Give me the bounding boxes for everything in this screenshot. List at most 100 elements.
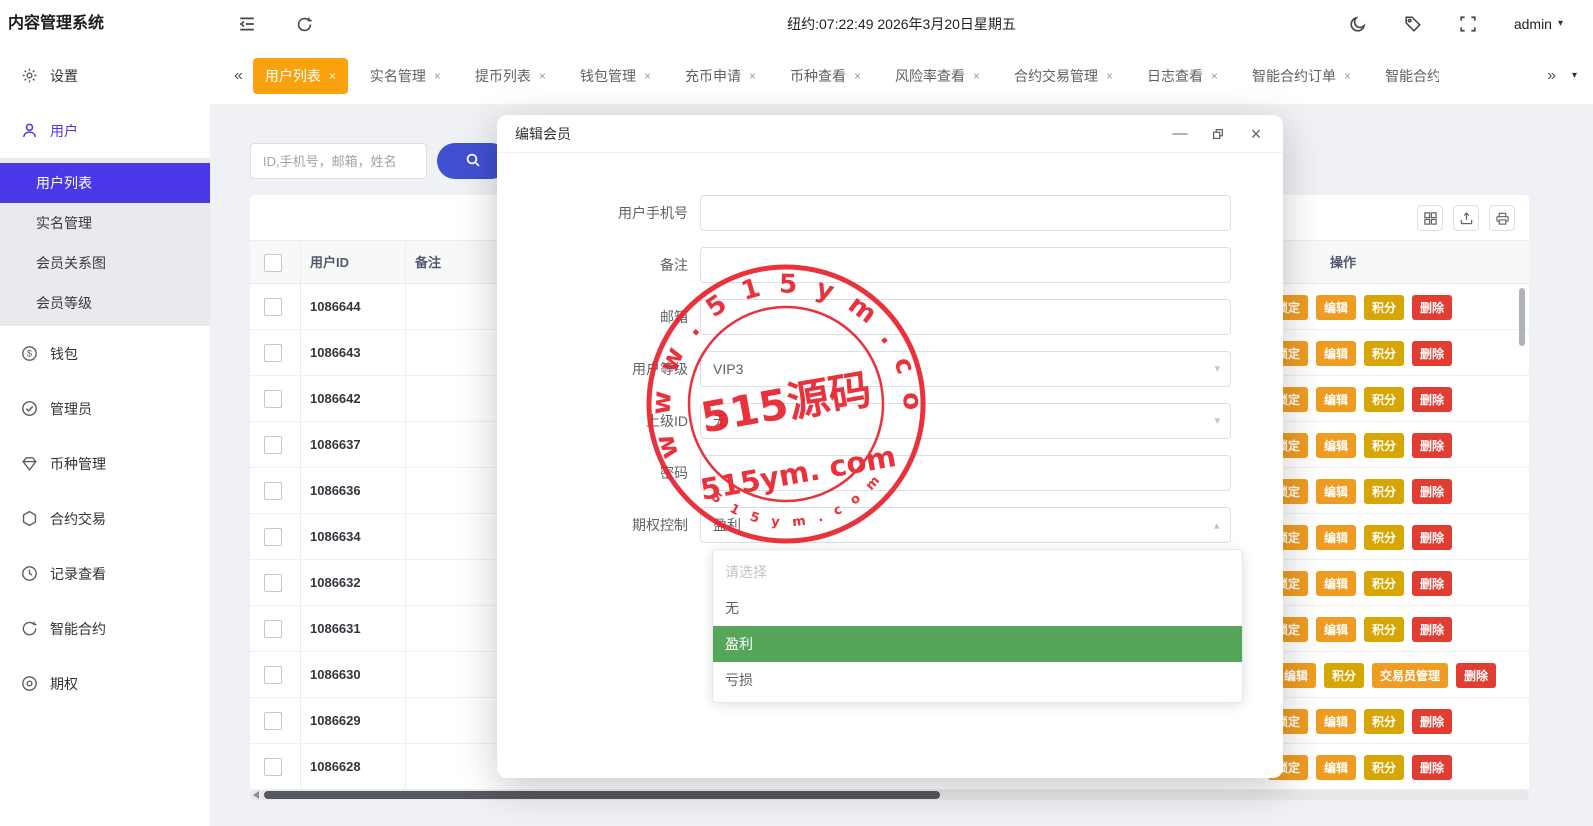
edit-button[interactable]: 编辑 [1316,341,1356,366]
points-button[interactable]: 积分 [1364,617,1404,642]
dropdown-option-profit[interactable]: 盈利 [713,626,1242,662]
row-checkbox[interactable] [264,436,282,454]
sidebar-item-settings[interactable]: 设置 [0,48,210,103]
sidebar-item-wallet[interactable]: $ 钱包 [0,326,210,381]
points-button[interactable]: 积分 [1364,479,1404,504]
row-checkbox[interactable] [264,390,282,408]
dropdown-option-placeholder[interactable]: 请选择 [713,554,1242,590]
points-button[interactable]: 积分 [1364,571,1404,596]
delete-button[interactable]: 删除 [1412,571,1452,596]
tab-user-list[interactable]: 用户列表 × [253,58,348,94]
phone-field[interactable] [700,195,1231,231]
tab-close-icon[interactable]: × [973,70,980,82]
remark-field[interactable] [700,247,1231,283]
select-all-checkbox[interactable] [264,254,282,272]
search-input[interactable] [250,143,427,179]
delete-button[interactable]: 删除 [1412,755,1452,780]
refresh-icon[interactable] [296,16,313,33]
points-button[interactable]: 积分 [1364,709,1404,734]
trader-manage-button[interactable]: 交易员管理 [1372,663,1448,688]
tab-close-icon[interactable]: × [329,70,336,82]
row-checkbox[interactable] [264,528,282,546]
sidebar-item-admins[interactable]: 管理员 [0,381,210,436]
tabs-menu-icon[interactable]: ▾ [1572,71,1577,81]
tab-wallet-mgmt[interactable]: 钱包管理 × [568,58,663,94]
tab-withdraw-list[interactable]: 提币列表 × [463,58,558,94]
delete-button[interactable]: 删除 [1412,525,1452,550]
tab-close-icon[interactable]: × [749,70,756,82]
row-checkbox[interactable] [264,758,282,776]
delete-button[interactable]: 删除 [1412,479,1452,504]
option-control-select[interactable]: 盈利 ▾ [700,507,1231,543]
tab-logs[interactable]: 日志查看 × [1135,58,1230,94]
tab-currency-view[interactable]: 币种查看 × [778,58,873,94]
vertical-scrollbar-thumb[interactable] [1519,288,1525,346]
edit-button[interactable]: 编辑 [1316,755,1356,780]
row-checkbox[interactable] [264,620,282,638]
parent-id-select[interactable]: 无 ▾ [700,403,1231,439]
points-button[interactable]: 积分 [1364,387,1404,412]
tab-close-icon[interactable]: × [539,70,546,82]
edit-button[interactable]: 编辑 [1316,433,1356,458]
horizontal-scrollbar-thumb[interactable] [264,791,940,799]
row-checkbox[interactable] [264,344,282,362]
sidebar-item-contract[interactable]: 合约交易 [0,491,210,546]
sidebar-item-users[interactable]: 用户 [0,103,210,158]
fullscreen-icon[interactable] [1459,15,1477,33]
edit-button[interactable]: 编辑 [1316,617,1356,642]
level-select[interactable]: VIP3 ▾ [700,351,1231,387]
submenu-item-relations[interactable]: 会员关系图 [0,243,210,283]
sidebar-item-currency[interactable]: 币种管理 [0,436,210,491]
delete-button[interactable]: 删除 [1412,709,1452,734]
columns-grid-icon[interactable] [1417,205,1443,231]
tab-close-icon[interactable]: × [434,70,441,82]
tabs-scroll-left-icon[interactable]: « [234,68,243,84]
edit-button[interactable]: 编辑 [1316,387,1356,412]
points-button[interactable]: 积分 [1364,341,1404,366]
row-checkbox[interactable] [264,482,282,500]
scroll-left-arrow-icon[interactable] [253,791,259,799]
dropdown-option-loss[interactable]: 亏损 [713,662,1242,698]
password-field[interactable] [700,455,1231,491]
print-icon[interactable] [1489,205,1515,231]
delete-button[interactable]: 删除 [1412,617,1452,642]
submenu-item-realname[interactable]: 实名管理 [0,203,210,243]
edit-button[interactable]: 编辑 [1316,295,1356,320]
points-button[interactable]: 积分 [1324,663,1364,688]
edit-button[interactable]: 编辑 [1316,525,1356,550]
edit-button[interactable]: 编辑 [1316,479,1356,504]
points-button[interactable]: 积分 [1364,295,1404,320]
delete-button[interactable]: 删除 [1412,387,1452,412]
tab-smart-contract-orders[interactable]: 智能合约订单 × [1240,58,1363,94]
delete-button[interactable]: 删除 [1412,341,1452,366]
edit-button[interactable]: 编辑 [1316,709,1356,734]
submenu-item-user-list[interactable]: 用户列表 [0,163,210,203]
sidebar-item-options[interactable]: 期权 [0,656,210,711]
sidebar-item-records[interactable]: 记录查看 [0,546,210,601]
tab-close-icon[interactable]: × [1211,70,1218,82]
close-icon[interactable]: × [1247,125,1265,143]
maximize-icon[interactable] [1209,125,1227,143]
tab-risk-rate[interactable]: 风险率查看 × [883,58,992,94]
minimize-icon[interactable]: — [1171,125,1189,143]
row-checkbox[interactable] [264,574,282,592]
horizontal-scrollbar[interactable] [250,790,1529,800]
delete-button[interactable]: 删除 [1412,295,1452,320]
tabs-scroll-right-icon[interactable]: » [1547,68,1556,84]
delete-button[interactable]: 删除 [1456,663,1496,688]
sidebar-item-smart-contract[interactable]: 智能合约 [0,601,210,656]
points-button[interactable]: 积分 [1364,755,1404,780]
tag-icon[interactable] [1404,15,1422,33]
row-checkbox[interactable] [264,298,282,316]
delete-button[interactable]: 删除 [1412,433,1452,458]
collapse-sidebar-icon[interactable] [238,15,256,33]
row-checkbox[interactable] [264,666,282,684]
tab-close-icon[interactable]: × [1106,70,1113,82]
theme-moon-icon[interactable] [1349,15,1367,33]
user-menu[interactable]: admin ▾ [1514,16,1563,32]
points-button[interactable]: 积分 [1364,525,1404,550]
tab-contract-trading[interactable]: 合约交易管理 × [1002,58,1125,94]
tab-close-icon[interactable]: × [854,70,861,82]
tab-close-icon[interactable]: × [644,70,651,82]
row-checkbox[interactable] [264,712,282,730]
